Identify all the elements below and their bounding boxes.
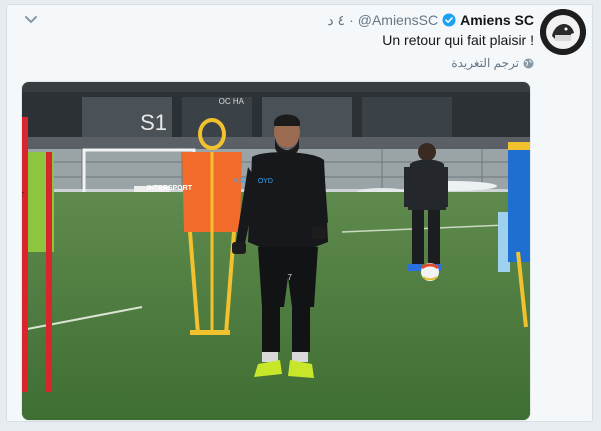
- separator-dot: ·: [349, 12, 354, 28]
- user-handle[interactable]: @AmiensSC: [358, 12, 438, 28]
- tweet-header: Amiens SC @AmiensSC · ٤ د: [327, 11, 534, 29]
- translate-label: ترجم التغريدة: [451, 56, 519, 70]
- chevron-down-icon[interactable]: [23, 13, 39, 27]
- display-name[interactable]: Amiens SC: [460, 12, 534, 28]
- bib-brand: INTERSPORT: [147, 185, 193, 192]
- translate-tweet-link[interactable]: ترجم التغريدة: [451, 56, 534, 70]
- tweet-card[interactable]: Amiens SC @AmiensSC · ٤ د Un retour qui …: [6, 4, 593, 422]
- football: [420, 263, 440, 281]
- building-sign-s1: S1: [140, 110, 167, 135]
- building-sign-text: ОС НА: [219, 97, 245, 106]
- verified-badge-icon: [442, 13, 456, 27]
- avatar[interactable]: [540, 9, 586, 55]
- timestamp[interactable]: ٤ د: [327, 12, 345, 29]
- tweet-photo[interactable]: S1 ОС НА INTERSPORT MAC LLOYD 7: [21, 81, 531, 421]
- globe-icon: [523, 58, 534, 69]
- shorts-number: 7: [288, 273, 293, 282]
- tweet-text: Un retour qui fait plaisir !: [382, 32, 534, 48]
